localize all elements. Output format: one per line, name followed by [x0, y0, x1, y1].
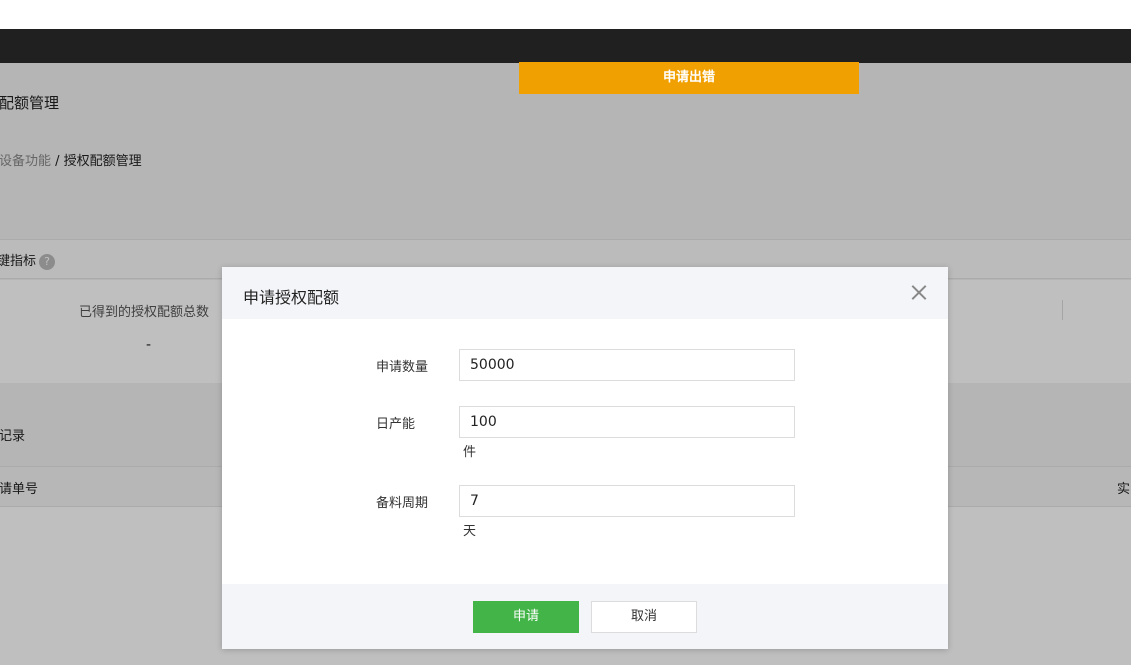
daily-capacity-unit: 件 — [463, 445, 477, 460]
prep-cycle-input[interactable] — [459, 485, 795, 517]
apply-quota-dialog: 申请授权配额 申请数量 日产能 件 备料周期 天 申请 取消 — [222, 267, 948, 649]
quantity-input[interactable] — [459, 349, 795, 381]
daily-capacity-label: 日产能 — [376, 417, 416, 432]
close-icon[interactable] — [908, 282, 930, 304]
cancel-button[interactable]: 取消 — [591, 601, 697, 633]
dialog-footer: 申请 取消 — [222, 584, 948, 649]
dialog-title: 申请授权配额 — [243, 288, 340, 307]
submit-button[interactable]: 申请 — [473, 601, 579, 633]
top-white-strip — [0, 0, 1131, 29]
error-toast: 申请出错 — [519, 62, 859, 94]
daily-capacity-input[interactable] — [459, 406, 795, 438]
prep-cycle-unit: 天 — [463, 524, 477, 539]
dialog-header: 申请授权配额 — [222, 267, 948, 319]
prep-cycle-label: 备料周期 — [376, 496, 429, 511]
quantity-label: 申请数量 — [376, 360, 429, 375]
